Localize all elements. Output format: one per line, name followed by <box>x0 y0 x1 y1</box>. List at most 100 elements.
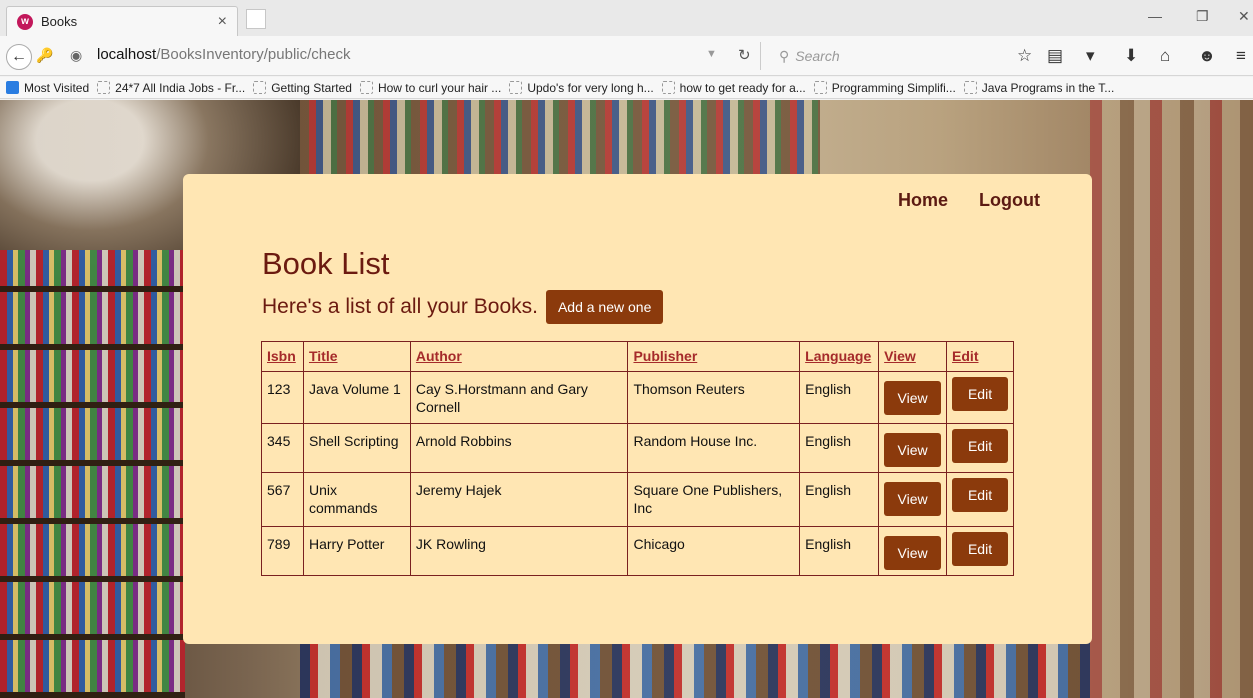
bookmark-item[interactable]: Updo's for very long h... <box>509 81 654 95</box>
table-row: 567 Unix commands Jeremy Hajek Square On… <box>261 472 1014 527</box>
close-window-icon[interactable]: ✕ <box>1238 8 1250 25</box>
url-host: localhost <box>97 46 157 63</box>
site-favicon-icon: w <box>17 13 33 30</box>
view-cell: View <box>878 371 948 424</box>
page-icon <box>97 81 111 94</box>
site-nav: Home Logout <box>898 190 1040 211</box>
isbn-cell: 789 <box>261 526 304 576</box>
view-cell: View <box>878 423 948 473</box>
book-list-card: Home Logout Book List Here's a list of a… <box>183 174 1092 644</box>
bookmark-star-icon[interactable]: ☆ <box>1017 46 1032 66</box>
author-cell: Arnold Robbins <box>409 423 629 473</box>
menu-icon[interactable]: ≡ <box>1236 46 1246 66</box>
page-icon <box>509 81 523 94</box>
bookmark-item[interactable]: Java Programs in the T... <box>963 81 1114 95</box>
pocket-icon[interactable]: ▾ <box>1086 46 1095 66</box>
close-tab-icon[interactable]: × <box>218 13 227 31</box>
logout-link[interactable]: Logout <box>979 190 1040 211</box>
language-cell: English <box>799 526 880 576</box>
sort-publisher-link[interactable]: Publisher <box>633 348 697 364</box>
edit-cell: Edit <box>946 423 1014 473</box>
bookmark-item[interactable]: How to curl your hair ... <box>359 81 501 95</box>
sort-isbn-link[interactable]: Isbn <box>267 348 296 364</box>
new-tab-button[interactable] <box>246 9 266 29</box>
page-icon <box>359 81 373 94</box>
edit-button[interactable]: Edit <box>952 532 1008 566</box>
subtitle-row: Here's a list of all your Books. Add a n… <box>262 290 664 324</box>
bookmark-item[interactable]: Programming Simplifi... <box>813 81 956 95</box>
most-visited-icon <box>6 81 19 94</box>
language-cell: English <box>799 371 880 424</box>
view-cell: View <box>878 526 948 576</box>
browser-tab-bar: w Books × — ❐ ✕ <box>0 0 1253 36</box>
title-cell: Java Volume 1 <box>302 371 411 424</box>
view-button[interactable]: View <box>884 536 942 570</box>
edit-column-link[interactable]: Edit <box>952 348 978 364</box>
isbn-cell: 345 <box>261 423 304 473</box>
sort-language-link[interactable]: Language <box>805 348 871 364</box>
sort-title-link[interactable]: Title <box>309 348 338 364</box>
table-row: 123 Java Volume 1 Cay S.Horstmann and Ga… <box>261 371 1014 424</box>
edit-button[interactable]: Edit <box>952 478 1008 512</box>
publisher-cell: Square One Publishers, Inc <box>627 472 801 527</box>
search-box[interactable]: ⚲ Search <box>760 42 1006 70</box>
tab-title: Books <box>41 14 78 29</box>
bookmark-item[interactable]: Most Visited <box>6 81 89 95</box>
isbn-cell: 123 <box>261 371 304 424</box>
page-icon <box>963 81 977 94</box>
home-icon[interactable]: ⌂ <box>1160 46 1170 66</box>
reading-list-icon[interactable]: ▤ <box>1047 46 1063 66</box>
table-header-row: Isbn Title Author Publisher Language Vie… <box>261 341 1014 372</box>
background-bookshelf-image <box>300 100 820 175</box>
table-row: 345 Shell Scripting Arnold Robbins Rando… <box>261 423 1014 473</box>
page-subtitle: Here's a list of all your Books. <box>262 295 538 318</box>
bookmark-item[interactable]: Getting Started <box>253 81 352 95</box>
author-cell: Cay S.Horstmann and Gary Cornell <box>409 371 629 424</box>
title-cell: Harry Potter <box>302 526 411 576</box>
column-header-edit: Edit <box>946 341 1014 372</box>
column-header-language: Language <box>799 341 880 372</box>
sort-author-link[interactable]: Author <box>416 348 462 364</box>
browser-tab[interactable]: w Books × <box>6 6 238 36</box>
download-icon[interactable]: ⬇ <box>1124 46 1138 66</box>
home-link[interactable]: Home <box>898 190 948 211</box>
chat-icon[interactable]: ☻ <box>1198 46 1216 66</box>
url-dropdown-icon[interactable]: ▼ <box>706 48 717 60</box>
bookmark-item[interactable]: how to get ready for a... <box>661 81 806 95</box>
site-info-icon[interactable]: ◉ <box>70 47 82 64</box>
bookmark-item[interactable]: 24*7 All India Jobs - Fr... <box>97 81 245 95</box>
search-input[interactable]: Search <box>795 48 839 64</box>
column-header-title: Title <box>302 341 411 372</box>
view-button[interactable]: View <box>884 381 942 415</box>
edit-button[interactable]: Edit <box>952 429 1008 463</box>
bookmarks-toolbar: Most Visited 24*7 All India Jobs - Fr...… <box>0 77 1253 99</box>
add-book-button[interactable]: Add a new one <box>545 290 664 324</box>
background-bookshelf-image <box>0 250 185 698</box>
publisher-cell: Thomson Reuters <box>627 371 801 424</box>
view-button[interactable]: View <box>884 482 942 516</box>
view-cell: View <box>878 472 948 527</box>
key-icon[interactable]: 🔑 <box>36 47 53 64</box>
edit-cell: Edit <box>946 526 1014 576</box>
restore-window-icon[interactable]: ❐ <box>1196 8 1209 25</box>
reload-icon[interactable]: ↻ <box>738 46 751 64</box>
edit-cell: Edit <box>946 472 1014 527</box>
column-header-isbn: Isbn <box>261 341 304 372</box>
page-content: Home Logout Book List Here's a list of a… <box>0 100 1253 698</box>
edit-button[interactable]: Edit <box>952 377 1008 411</box>
background-bookshelf-image <box>300 640 1090 698</box>
back-arrow-icon[interactable]: ← <box>6 44 32 70</box>
view-button[interactable]: View <box>884 433 942 467</box>
page-title: Book List <box>262 246 390 281</box>
table-row: 789 Harry Potter JK Rowling Chicago Engl… <box>261 526 1014 576</box>
column-header-author: Author <box>409 341 629 372</box>
page-icon <box>813 81 827 94</box>
view-column-link[interactable]: View <box>884 348 916 364</box>
page-icon <box>253 81 267 94</box>
minimize-window-icon[interactable]: — <box>1148 8 1162 24</box>
search-icon: ⚲ <box>779 47 790 64</box>
column-header-publisher: Publisher <box>627 341 801 372</box>
address-bar[interactable]: localhost/BooksInventory/public/check <box>97 46 350 63</box>
page-icon <box>661 81 675 94</box>
publisher-cell: Chicago <box>627 526 801 576</box>
